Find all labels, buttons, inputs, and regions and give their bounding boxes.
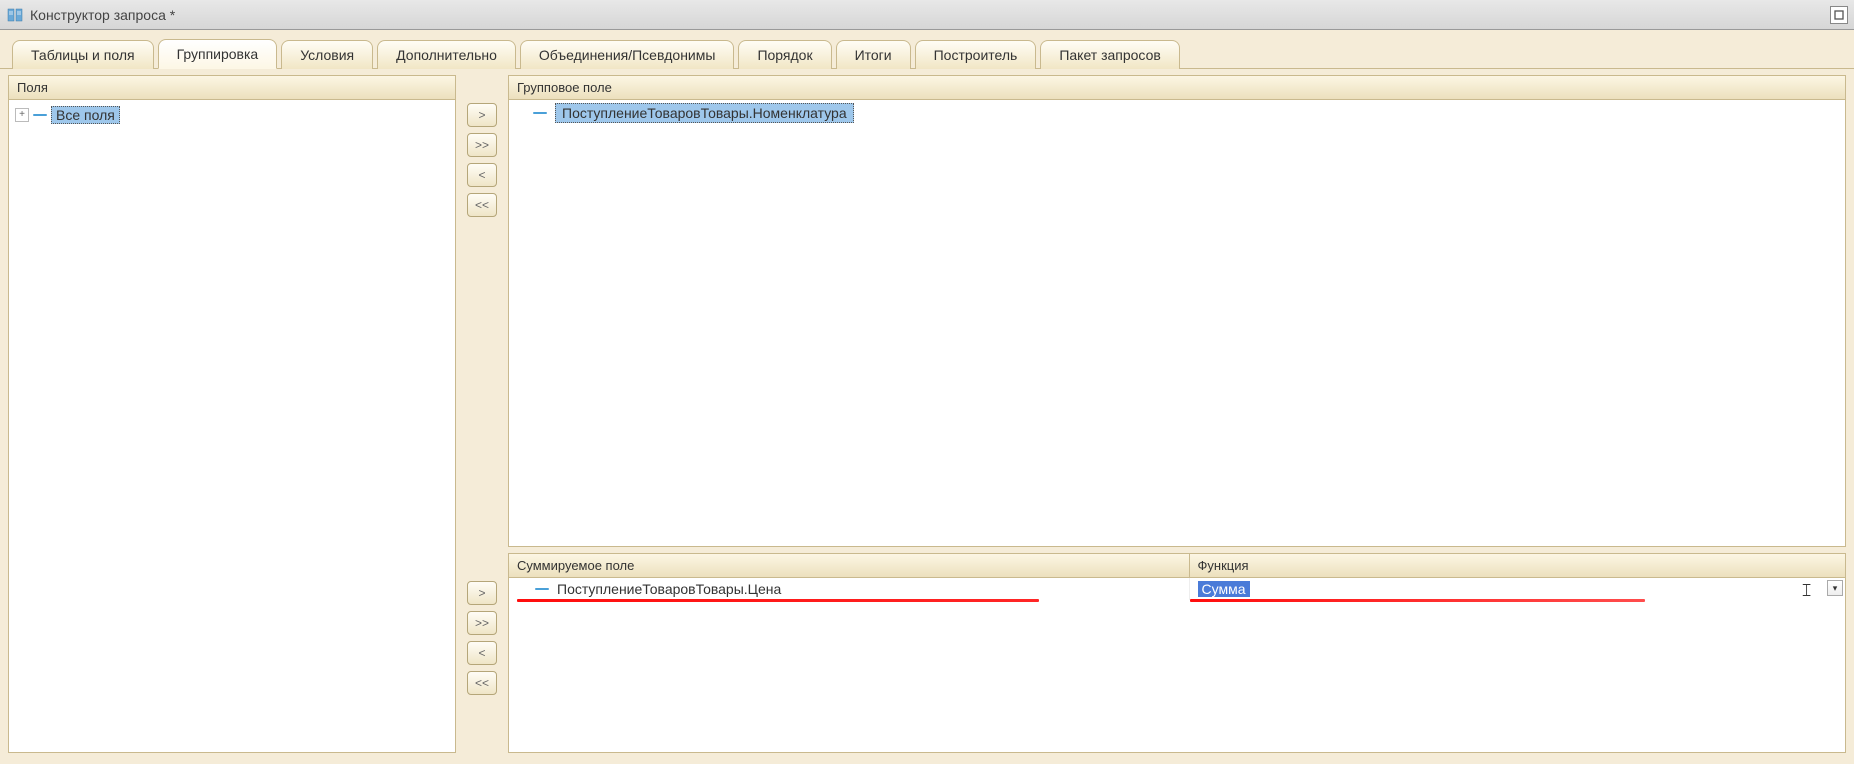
add-all-to-sum-button[interactable]: >> [467, 611, 497, 635]
fields-tree[interactable]: + Все поля [9, 100, 455, 752]
titlebar: Конструктор запроса * [0, 0, 1854, 30]
sum-field-panel: Суммируемое поле Функция ПоступлениеТова… [508, 553, 1846, 753]
sum-row[interactable]: ПоступлениеТоваровТовары.Цена Сумма 𝙸 ▾ [509, 578, 1845, 601]
annotation-underline [517, 599, 1039, 602]
app-icon [6, 6, 24, 24]
tab-conditions[interactable]: Условия [281, 40, 373, 69]
tab-additional[interactable]: Дополнительно [377, 40, 516, 69]
tab-tables-fields[interactable]: Таблицы и поля [12, 40, 154, 69]
fields-panel: Поля + Все поля [8, 75, 456, 753]
sum-field-column-header[interactable]: Суммируемое поле [509, 554, 1189, 578]
sum-func-column-header[interactable]: Функция [1189, 554, 1845, 578]
group-item-row[interactable]: ПоступлениеТоваровТовары.Номенклатура [509, 100, 1845, 126]
tab-grouping[interactable]: Группировка [158, 39, 278, 69]
func-dropdown-button[interactable]: ▾ [1827, 580, 1843, 596]
field-icon [535, 586, 549, 592]
group-transfer-buttons: > >> < << [462, 75, 502, 217]
right-column: Групповое поле ПоступлениеТоваровТовары.… [508, 75, 1846, 753]
sum-transfer-buttons: > >> < << [462, 553, 502, 753]
sum-func-value[interactable]: Сумма [1198, 581, 1250, 597]
group-field-list[interactable]: ПоступлениеТоваровТовары.Номенклатура [509, 100, 1845, 546]
add-to-group-button[interactable]: > [467, 103, 497, 127]
remove-all-from-group-button[interactable]: << [467, 193, 497, 217]
field-icon [533, 110, 547, 116]
group-field-header: Групповое поле [509, 76, 1845, 100]
add-all-to-group-button[interactable]: >> [467, 133, 497, 157]
sum-table: Суммируемое поле Функция ПоступлениеТова… [509, 554, 1845, 600]
group-field-panel: Групповое поле ПоступлениеТоваровТовары.… [508, 75, 1846, 547]
tabs-row: Таблицы и поля Группировка Условия Допол… [0, 30, 1854, 69]
tab-order[interactable]: Порядок [738, 40, 831, 69]
transfer-column: > >> < << > >> < << [462, 75, 502, 753]
field-icon [33, 112, 47, 118]
tab-builder[interactable]: Построитель [915, 40, 1037, 69]
remove-from-group-button[interactable]: < [467, 163, 497, 187]
tree-root-label[interactable]: Все поля [51, 106, 120, 124]
add-to-sum-button[interactable]: > [467, 581, 497, 605]
tab-totals[interactable]: Итоги [836, 40, 911, 69]
tree-row-root[interactable]: + Все поля [15, 104, 449, 126]
fields-panel-header: Поля [9, 76, 455, 100]
maximize-button[interactable] [1830, 6, 1848, 24]
sum-field-value[interactable]: ПоступлениеТоваровТовары.Цена [557, 581, 781, 597]
remove-from-sum-button[interactable]: < [467, 641, 497, 665]
tab-query-batch[interactable]: Пакет запросов [1040, 40, 1180, 69]
annotation-underline [1190, 599, 1646, 602]
expand-icon[interactable]: + [15, 108, 29, 122]
group-item-label[interactable]: ПоступлениеТоваровТовары.Номенклатура [555, 103, 854, 123]
content-area: Поля + Все поля > >> < << > >> < << Груп… [0, 69, 1854, 759]
remove-all-from-sum-button[interactable]: << [467, 671, 497, 695]
window-title: Конструктор запроса * [30, 7, 175, 23]
tab-unions-aliases[interactable]: Объединения/Псевдонимы [520, 40, 735, 69]
